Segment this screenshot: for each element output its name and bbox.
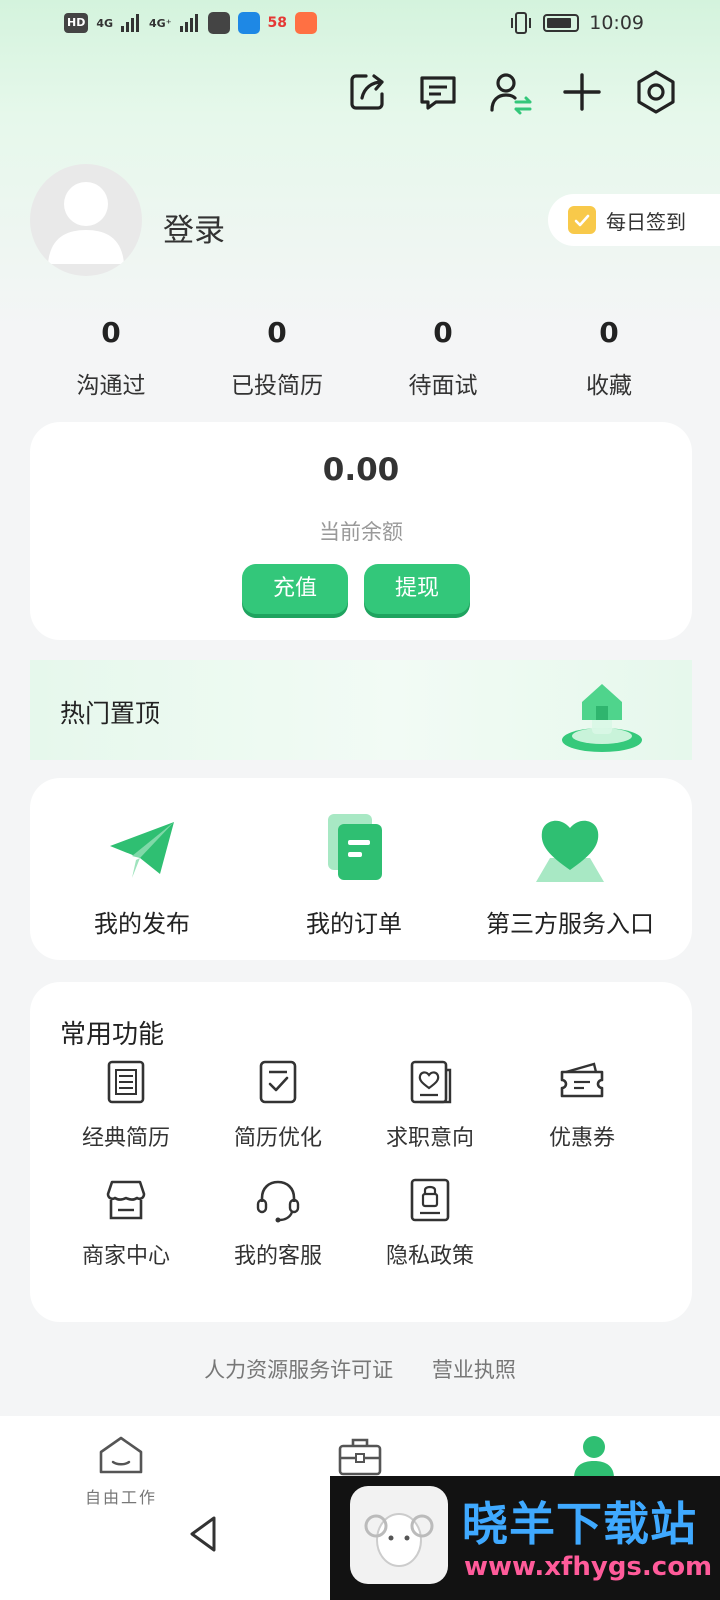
function-label: 商家中心 [81, 1244, 170, 1269]
store-icon [100, 1174, 152, 1226]
order-doc-icon [314, 808, 394, 888]
calendar-icon [568, 206, 596, 234]
hd-indicator: HD [64, 13, 89, 33]
function-label: 优惠券 [548, 1126, 615, 1151]
withdraw-button[interactable]: 提现 [364, 564, 470, 614]
notification-app-icon: 58 [267, 15, 288, 31]
home-icon [99, 1436, 143, 1474]
stat-value: 0 [101, 316, 121, 349]
switch-identity-icon[interactable] [486, 68, 534, 116]
privacy-policy-button[interactable]: 隐私政策 [360, 1174, 500, 1270]
briefcase-icon [338, 1438, 382, 1476]
stat-value: 0 [433, 316, 453, 349]
my-orders-button[interactable]: 我的订单 [284, 808, 424, 939]
headset-icon [252, 1174, 304, 1226]
services-card: 我的发布 我的订单 第三方服务入口 [30, 778, 692, 960]
stats-row: 0 沟通过 0 已投简历 0 待面试 0 收藏 [28, 316, 692, 400]
daily-checkin-button[interactable]: 每日签到 [548, 194, 720, 246]
pinned-house-icon [552, 668, 652, 756]
hot-top-banner[interactable]: 热门置顶 [30, 660, 692, 760]
classic-resume-button[interactable]: 经典简历 [56, 1056, 196, 1152]
add-icon[interactable] [558, 68, 606, 116]
message-icon[interactable] [414, 68, 462, 116]
login-link[interactable]: 登录 [163, 205, 225, 250]
network-indicator-2: 4G⁺ [149, 16, 172, 30]
business-license-link[interactable]: 营业执照 [432, 1358, 516, 1382]
footer-links: 人力资源服务许可证 营业执照 [0, 1354, 720, 1384]
hr-license-link[interactable]: 人力资源服务许可证 [204, 1358, 393, 1382]
watermark-overlay: 晓羊下载站 www.xfhygs.com [330, 1476, 720, 1600]
function-label: 我的客服 [233, 1244, 322, 1269]
function-label: 简历优化 [233, 1126, 322, 1151]
settings-icon[interactable] [632, 68, 680, 116]
job-intention-button[interactable]: 求职意向 [360, 1056, 500, 1152]
service-label: 我的订单 [306, 910, 402, 938]
stat-favorites[interactable]: 0 收藏 [526, 316, 692, 400]
privacy-icon [404, 1174, 456, 1226]
stat-pending-interviews[interactable]: 0 待面试 [360, 316, 526, 400]
vibrate-icon [511, 12, 532, 34]
service-label: 我的发布 [94, 910, 190, 938]
stat-label: 已投简历 [231, 373, 323, 399]
coupon-button[interactable]: 优惠券 [512, 1056, 652, 1152]
header-actions [0, 68, 720, 116]
signal-icon [121, 14, 140, 32]
sheep-logo-icon [350, 1486, 448, 1584]
stat-value: 0 [599, 316, 619, 349]
function-label: 经典简历 [81, 1126, 170, 1151]
watermark-title: 晓羊下载站 [462, 1497, 697, 1551]
default-avatar-icon [48, 182, 124, 264]
signal-icon [179, 14, 198, 32]
system-nav-bar [0, 1500, 330, 1600]
balance-label: 当前余额 [319, 520, 403, 544]
notification-app-icon [295, 12, 318, 34]
optimize-icon [252, 1056, 304, 1108]
balance-card: 0.00 当前余额 充值 提现 [30, 422, 692, 640]
battery-icon [543, 14, 580, 32]
clock: 10:09 [589, 12, 644, 34]
balance-value: 0.00 [322, 452, 400, 488]
section-title: 常用功能 [60, 1020, 165, 1050]
common-functions-card: 常用功能 经典简历 简历优化 求职意向 优惠券 商家中心 我的客服 隐私政策 [30, 982, 692, 1322]
heart-icon [530, 808, 610, 888]
status-bar: HD 4G 4G⁺ 58 10:09 [0, 0, 720, 50]
tab-home[interactable]: 自由工作 [76, 1434, 166, 1508]
stat-label: 待面试 [408, 373, 478, 399]
coupon-icon [556, 1056, 608, 1108]
third-party-services-button[interactable]: 第三方服务入口 [470, 808, 670, 939]
stat-label: 收藏 [586, 373, 632, 399]
my-posts-button[interactable]: 我的发布 [72, 808, 212, 939]
resume-icon [100, 1056, 152, 1108]
customer-service-button[interactable]: 我的客服 [208, 1174, 348, 1270]
resume-optimize-button[interactable]: 简历优化 [208, 1056, 348, 1152]
back-nav-icon[interactable] [184, 1512, 224, 1556]
notification-app-icon [237, 12, 260, 34]
service-label: 第三方服务入口 [486, 910, 654, 938]
recharge-button[interactable]: 充值 [242, 564, 348, 614]
notification-app-icon [207, 12, 230, 34]
network-indicator-1: 4G [96, 16, 114, 30]
profile-tab-icon [574, 1436, 614, 1478]
paper-plane-icon [102, 808, 182, 888]
tab-jobs[interactable] [328, 1434, 392, 1482]
watermark-url: www.xfhygs.com [464, 1552, 713, 1582]
merchant-center-button[interactable]: 商家中心 [56, 1174, 196, 1270]
stat-label: 沟通过 [76, 373, 146, 399]
function-label: 求职意向 [385, 1126, 474, 1151]
function-label: 隐私政策 [385, 1244, 474, 1269]
stat-value: 0 [267, 316, 287, 349]
stat-submitted-resumes[interactable]: 0 已投简历 [194, 316, 360, 400]
avatar[interactable] [30, 164, 142, 276]
intention-icon [404, 1056, 456, 1108]
stat-communicated[interactable]: 0 沟通过 [28, 316, 194, 400]
checkin-label: 每日签到 [606, 209, 686, 234]
hot-top-title: 热门置顶 [60, 699, 161, 728]
share-icon[interactable] [344, 68, 392, 116]
